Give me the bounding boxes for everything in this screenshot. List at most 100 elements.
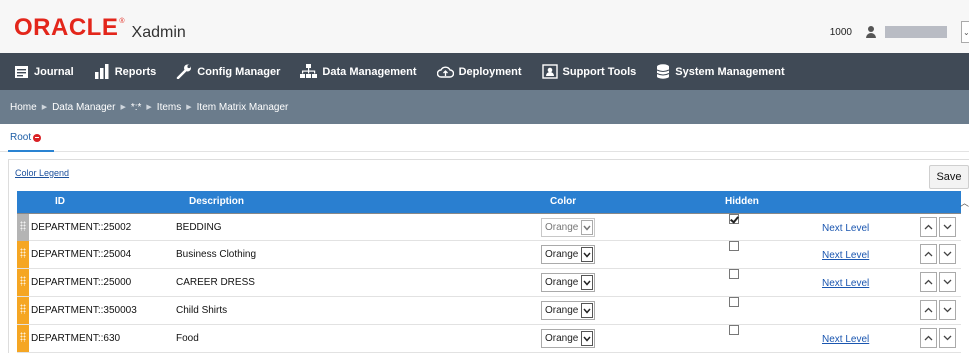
hidden-checkbox[interactable] xyxy=(729,297,739,307)
breadcrumb-items[interactable]: Items xyxy=(157,102,181,113)
level-tabs: Root xyxy=(0,124,969,152)
chevron-down-icon xyxy=(943,279,952,285)
main-nav: Journal Reports Config Manager Data Mana… xyxy=(0,53,969,90)
remove-circle-icon[interactable] xyxy=(33,133,42,142)
chevron-down-icon xyxy=(581,275,593,290)
row-id: DEPARTMENT::25002 xyxy=(31,222,132,233)
row-description: BEDDING xyxy=(176,222,222,233)
column-header-description[interactable]: Description xyxy=(189,196,244,207)
row-id: DEPARTMENT::350003 xyxy=(31,305,137,316)
row-description: Business Clothing xyxy=(176,249,257,260)
table-row[interactable]: DEPARTMENT::25004 Business Clothing Oran… xyxy=(17,241,961,269)
nav-deployment[interactable]: Deployment xyxy=(436,65,522,79)
breadcrumb-data-manager[interactable]: Data Manager xyxy=(52,102,115,113)
move-up-button[interactable] xyxy=(920,217,937,237)
nav-config-manager[interactable]: Config Manager xyxy=(176,64,280,79)
table-row[interactable]: DEPARTMENT::25000 CAREER DRESS Orange Ne… xyxy=(17,269,961,297)
table-row[interactable]: DEPARTMENT::630 Food Orange Next Level xyxy=(17,325,961,353)
table-row[interactable]: DEPARTMENT::350003 Child Shirts Orange xyxy=(17,297,961,325)
hidden-checkbox[interactable] xyxy=(729,269,739,279)
next-level-link[interactable]: Next Level xyxy=(822,223,869,234)
color-select-value: Orange xyxy=(545,249,579,260)
breadcrumb-wildcard[interactable]: *:* xyxy=(131,102,142,113)
user-menu-button[interactable]: ⌄ xyxy=(961,21,969,43)
database-icon xyxy=(657,64,670,79)
column-header-color[interactable]: Color xyxy=(550,196,576,207)
nav-deployment-label: Deployment xyxy=(458,65,522,78)
chevron-up-icon xyxy=(924,307,933,313)
user-name-redacted[interactable] xyxy=(885,26,947,38)
nav-data-management[interactable]: Data Management xyxy=(300,64,417,79)
breadcrumb-separator: ▶ xyxy=(41,104,48,111)
store-number: 1000 xyxy=(829,26,852,38)
breadcrumb-separator: ▶ xyxy=(146,104,152,111)
table-row[interactable]: DEPARTMENT::25002 BEDDING Orange Next Le… xyxy=(17,213,961,241)
item-matrix-manager-page: ORACLE ® Xadmin 1000 ⌄ Journal Reports C… xyxy=(0,0,969,353)
nav-support-tools[interactable]: Support Tools xyxy=(541,64,636,79)
move-up-button[interactable] xyxy=(920,244,937,264)
tab-root[interactable]: Root xyxy=(10,132,42,143)
move-down-button[interactable] xyxy=(939,300,956,320)
drag-handle-icon[interactable] xyxy=(17,214,29,241)
drag-handle-icon[interactable] xyxy=(17,325,29,352)
color-select[interactable]: Orange xyxy=(541,273,595,292)
next-level-link[interactable]: Next Level xyxy=(822,250,869,261)
nav-system-management[interactable]: System Management xyxy=(656,64,785,79)
item-matrix-panel: Color Legend Save ID Description Color H… xyxy=(8,159,969,353)
breadcrumb-separator: ▶ xyxy=(186,104,192,111)
drag-handle-icon[interactable] xyxy=(17,269,29,296)
next-level-link[interactable]: Next Level xyxy=(822,334,869,345)
chevron-down-icon xyxy=(943,224,952,230)
color-select[interactable]: Orange xyxy=(541,218,595,237)
move-up-button[interactable] xyxy=(920,272,937,292)
move-down-button[interactable] xyxy=(939,328,956,348)
nav-system-management-label: System Management xyxy=(675,65,785,78)
color-select[interactable]: Orange xyxy=(541,329,595,348)
save-button[interactable]: Save xyxy=(929,165,969,189)
row-description: Child Shirts xyxy=(176,305,228,316)
column-header-id[interactable]: ID xyxy=(55,196,65,207)
move-down-button[interactable] xyxy=(939,244,956,264)
chevron-down-icon xyxy=(943,251,952,257)
cloud-icon xyxy=(436,66,454,78)
hidden-checkbox[interactable] xyxy=(729,241,739,251)
color-select-value: Orange xyxy=(545,222,579,233)
nav-journal[interactable]: Journal xyxy=(14,65,74,79)
header-bar: ORACLE ® Xadmin 1000 ⌄ xyxy=(0,0,969,53)
row-id: DEPARTMENT::25004 xyxy=(31,249,132,260)
chevron-up-icon xyxy=(924,224,933,230)
breadcrumb-home[interactable]: Home xyxy=(10,102,37,113)
row-id: DEPARTMENT::630 xyxy=(31,333,121,344)
brand-wordmark: ORACLE xyxy=(14,14,119,41)
oracle-xadmin-logo: ORACLE ® Xadmin xyxy=(14,16,186,43)
breadcrumb-separator: ▶ xyxy=(120,104,126,111)
move-up-button[interactable] xyxy=(920,300,937,320)
row-id: DEPARTMENT::25000 xyxy=(31,277,132,288)
row-description: CAREER DRESS xyxy=(176,277,255,288)
nav-journal-label: Journal xyxy=(34,65,74,78)
hidden-checkbox[interactable] xyxy=(729,325,739,335)
support-icon xyxy=(541,64,558,79)
color-select[interactable]: Orange xyxy=(541,245,595,264)
wrench-icon xyxy=(177,64,192,79)
chevron-up-icon xyxy=(924,335,933,341)
user-area: 1000 ⌄ xyxy=(829,21,969,43)
drag-handle-icon[interactable] xyxy=(17,241,29,268)
registered-mark: ® xyxy=(119,18,125,25)
hidden-checkbox[interactable] xyxy=(729,214,739,224)
color-select-value: Orange xyxy=(545,277,579,288)
user-icon xyxy=(865,26,877,38)
column-header-hidden[interactable]: Hidden xyxy=(725,196,759,207)
move-up-button[interactable] xyxy=(920,328,937,348)
active-tab-indicator xyxy=(8,150,54,152)
chevron-down-icon xyxy=(943,307,952,313)
nav-config-manager-label: Config Manager xyxy=(197,65,281,78)
color-select[interactable]: Orange xyxy=(541,301,595,320)
move-down-button[interactable] xyxy=(939,272,956,292)
color-legend-link[interactable]: Color Legend xyxy=(15,168,69,178)
drag-handle-icon[interactable] xyxy=(17,297,29,324)
move-down-button[interactable] xyxy=(939,217,956,237)
nav-reports[interactable]: Reports xyxy=(94,64,156,79)
next-level-link[interactable]: Next Level xyxy=(822,278,869,289)
scroll-up-icon[interactable]: ︿ xyxy=(960,197,969,209)
